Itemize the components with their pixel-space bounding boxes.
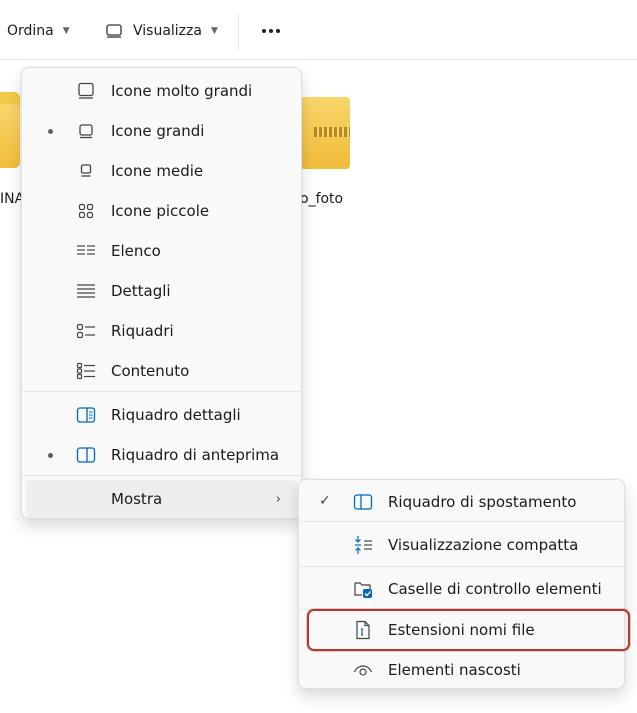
submenu-item-compact-view[interactable]: Visualizzazione compatta — [303, 526, 620, 564]
menu-item-label: Contenuto — [111, 362, 190, 380]
menu-item-label: Mostra — [111, 490, 163, 508]
medium-icons-icon — [76, 161, 96, 181]
details-pane-icon — [76, 405, 96, 425]
menu-item-list[interactable]: Elenco — [26, 232, 297, 270]
item-checkboxes-icon — [353, 579, 373, 599]
menu-separator — [299, 566, 624, 567]
small-icons-icon — [76, 201, 96, 221]
submenu-item-navigation-pane[interactable]: ✓ Riquadro di spostamento — [303, 483, 620, 521]
navigation-pane-icon — [353, 492, 373, 512]
command-bar: Ordina ▼ Visualizza ▼ — [0, 0, 637, 60]
toolbar-separator — [238, 14, 239, 50]
content-icon — [76, 361, 96, 381]
submenu-item-label: Elementi nascosti — [388, 661, 521, 679]
submenu-item-label: Caselle di controllo elementi — [388, 580, 602, 598]
menu-item-extra-large-icons[interactable]: Icone molto grandi — [26, 72, 297, 110]
menu-item-label: Riquadro dettagli — [111, 406, 241, 424]
menu-item-show[interactable]: Mostra › — [26, 480, 297, 518]
hidden-items-icon — [353, 660, 373, 680]
submenu-item-item-checkboxes[interactable]: Caselle di controllo elementi — [303, 570, 620, 608]
view-menu: Icone molto grandi Icone grandi Icone me… — [21, 67, 302, 519]
menu-separator — [22, 391, 301, 392]
chevron-down-icon: ▼ — [210, 26, 218, 36]
zip-folder-icon[interactable] — [300, 97, 350, 169]
compact-view-icon — [353, 535, 373, 555]
menu-item-content[interactable]: Contenuto — [26, 352, 297, 390]
large-icons-icon — [76, 121, 96, 141]
preview-pane-icon — [76, 445, 96, 465]
menu-item-small-icons[interactable]: Icone piccole — [26, 192, 297, 230]
chevron-down-icon: ▼ — [62, 26, 70, 36]
menu-item-medium-icons[interactable]: Icone medie — [26, 152, 297, 190]
list-icon — [76, 241, 96, 261]
submenu-item-label: Visualizzazione compatta — [388, 536, 579, 554]
menu-item-large-icons[interactable]: Icone grandi — [26, 112, 297, 150]
view-icon — [106, 24, 122, 38]
menu-item-tiles[interactable]: Riquadri — [26, 312, 297, 350]
show-submenu: ✓ Riquadro di spostamento Visualizzazion… — [298, 479, 625, 689]
more-horizontal-icon — [262, 29, 280, 33]
menu-separator — [22, 475, 301, 476]
menu-item-label: Dettagli — [111, 282, 171, 300]
view-label: Visualizza — [133, 23, 202, 39]
highlight-annotation — [307, 609, 630, 651]
menu-item-details[interactable]: Dettagli — [26, 272, 297, 310]
see-more-button[interactable] — [256, 14, 286, 48]
menu-item-details-pane[interactable]: Riquadro dettagli — [26, 396, 297, 434]
menu-separator — [299, 521, 624, 522]
submenu-item-label: Riquadro di spostamento — [388, 493, 577, 511]
menu-item-label: Icone piccole — [111, 202, 210, 220]
selected-bullet-icon — [48, 453, 53, 458]
menu-item-label: Icone molto grandi — [111, 82, 253, 100]
menu-item-label: Elenco — [111, 242, 161, 260]
menu-item-label: Icone medie — [111, 162, 204, 180]
folder-icon[interactable] — [0, 92, 20, 168]
submenu-item-hidden-items[interactable]: Elementi nascosti — [303, 651, 620, 689]
sort-button[interactable]: Ordina ▼ — [7, 14, 70, 48]
extra-large-icons-icon — [76, 81, 96, 101]
selected-bullet-icon — [48, 129, 53, 134]
menu-item-label: Riquadri — [111, 322, 174, 340]
file-item-label[interactable]: o_foto — [300, 191, 343, 207]
view-button[interactable]: Visualizza ▼ — [106, 14, 218, 48]
sort-label: Ordina — [7, 23, 54, 39]
details-icon — [76, 281, 96, 301]
menu-item-preview-pane[interactable]: Riquadro di anteprima — [26, 436, 297, 474]
tiles-icon — [76, 321, 96, 341]
chevron-right-icon: › — [275, 491, 281, 507]
menu-item-label: Riquadro di anteprima — [111, 446, 280, 464]
menu-item-label: Icone grandi — [111, 122, 205, 140]
zip-strip — [314, 127, 350, 137]
checkmark-icon: ✓ — [319, 493, 331, 509]
